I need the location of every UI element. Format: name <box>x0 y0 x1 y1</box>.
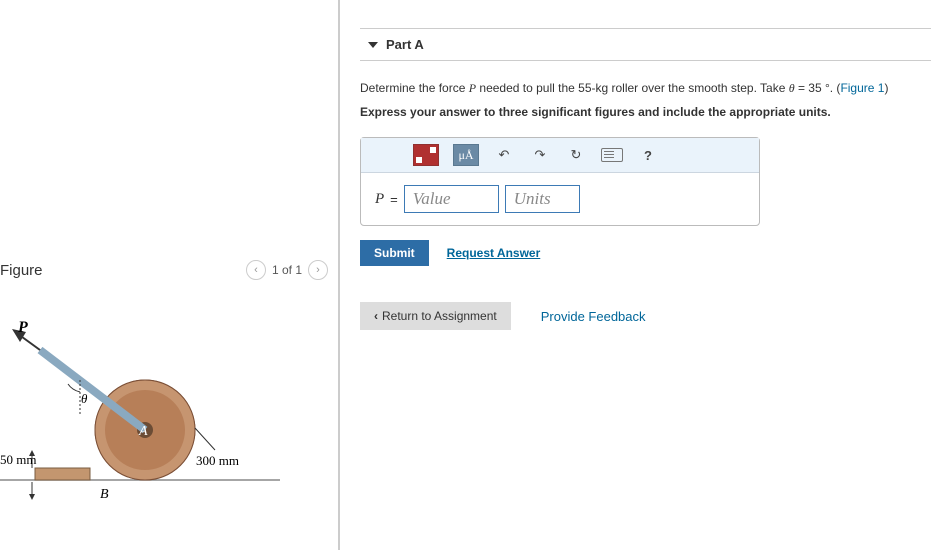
figure-link[interactable]: Figure 1 <box>840 81 884 95</box>
chevron-left-icon: ‹ <box>374 309 378 323</box>
submit-button[interactable]: Submit <box>360 240 429 266</box>
fig-A-label: A <box>138 424 148 439</box>
keyboard-icon[interactable] <box>601 144 623 166</box>
answer-box: μÅ ↶ ↷ ↻ ? P = Value Units <box>360 137 760 226</box>
units-input[interactable]: Units <box>505 185 580 213</box>
fig-dim1: 50 mm <box>0 452 36 467</box>
next-figure-button[interactable]: › <box>308 260 328 280</box>
figure-pager: ‹ 1 of 1 › <box>246 260 328 280</box>
fig-dim2: 300 mm <box>196 453 239 468</box>
part-header[interactable]: Part A <box>360 28 931 61</box>
collapse-icon <box>368 42 378 48</box>
return-button[interactable]: ‹ Return to Assignment <box>360 302 511 330</box>
value-input[interactable]: Value <box>404 185 499 213</box>
fig-theta-label: θ <box>81 391 88 406</box>
redo-icon[interactable]: ↷ <box>529 144 551 166</box>
figure-title: Figure <box>0 262 43 279</box>
fig-P-label: P <box>17 320 28 336</box>
undo-icon[interactable]: ↶ <box>493 144 515 166</box>
fig-B-label: B <box>100 487 109 502</box>
figure-page-label: 1 of 1 <box>272 263 302 277</box>
part-label: Part A <box>386 37 424 52</box>
help-icon[interactable]: ? <box>637 144 659 166</box>
prev-figure-button[interactable]: ‹ <box>246 260 266 280</box>
figure-image: P θ A B 50 mm 300 mm <box>0 320 328 513</box>
reset-icon[interactable]: ↻ <box>565 144 587 166</box>
answer-instruction: Express your answer to three significant… <box>360 103 931 121</box>
request-answer-link[interactable]: Request Answer <box>447 246 541 260</box>
template-icon[interactable] <box>413 144 439 166</box>
provide-feedback-link[interactable]: Provide Feedback <box>541 309 646 324</box>
variable-P: P <box>375 191 384 208</box>
problem-prompt: Determine the force P needed to pull the… <box>360 79 931 121</box>
symbols-button[interactable]: μÅ <box>453 144 479 166</box>
equals-sign: = <box>390 192 398 207</box>
